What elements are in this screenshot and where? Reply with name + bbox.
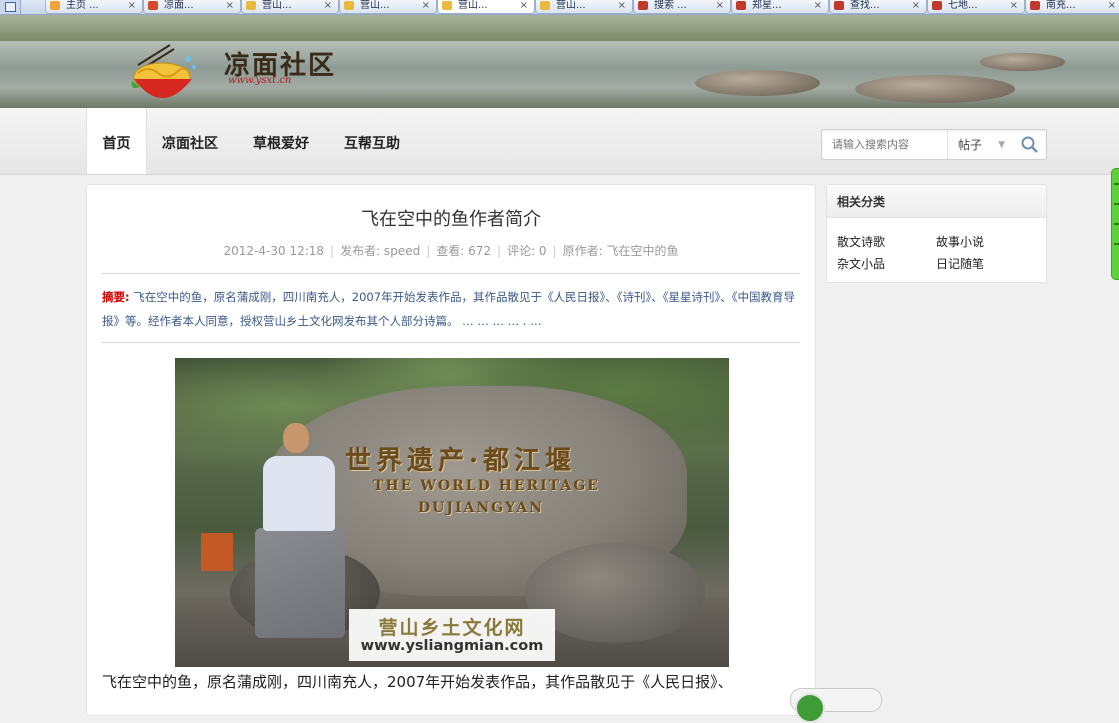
tab-favicon-icon [50, 1, 60, 10]
browser-tab[interactable]: 主页 ... × [45, 0, 143, 14]
related-categories-title: 相关分类 [827, 185, 1046, 218]
nav-item-mutual-help[interactable]: 互帮互助 [331, 108, 413, 174]
photo-person-head [283, 423, 309, 453]
photo-person-legs [255, 528, 345, 638]
tab-label: 郑星... [752, 0, 782, 11]
article-date: 2012-4-30 12:18 [223, 244, 325, 258]
browser-tab[interactable]: 七地... × [927, 0, 1025, 14]
close-icon[interactable]: × [226, 0, 234, 11]
article-body: 飞在空中的鱼，原名蒲成刚，四川南充人，2007年开始发表作品，其作品散见于《人民… [102, 673, 733, 691]
close-icon[interactable]: × [422, 0, 430, 11]
banner-riverbank [0, 15, 1119, 41]
tab-favicon-icon [638, 1, 648, 10]
tab-label: 营山... [458, 0, 488, 11]
browser-tab[interactable]: 南充... × [1025, 0, 1119, 14]
close-icon[interactable]: × [618, 0, 626, 11]
photo-person-shirt [263, 456, 335, 531]
close-icon[interactable]: × [716, 0, 724, 11]
browser-menu-button[interactable] [0, 0, 21, 14]
search-type-label: 帖子 [958, 138, 983, 152]
nav-item-home[interactable]: 首页 [86, 108, 147, 174]
article-summary: 摘要: 飞在空中的鱼，原名蒲成刚，四川南充人，2007年开始发表作品，其作品散见… [102, 285, 800, 333]
category-link-prose-poetry[interactable]: 散文诗歌 [837, 233, 885, 250]
photo-trash-bin [201, 533, 233, 571]
tab-label: 凉面... [164, 0, 194, 11]
article-author[interactable]: 发布者: speed [340, 244, 420, 258]
tab-favicon-icon [834, 1, 844, 10]
divider [102, 342, 800, 343]
search-icon[interactable] [1020, 135, 1040, 155]
article-photo[interactable]: 世界遗产·都江堰 THE WORLD HERITAGE DUJIANGYAN 营… [175, 358, 729, 667]
browser-tab[interactable]: 凉面... × [143, 0, 241, 14]
tab-label: 搜索 ... [654, 0, 687, 11]
summary-label: 摘要: [102, 290, 130, 304]
tab-favicon-icon [246, 1, 256, 10]
floating-widget[interactable] [790, 688, 882, 723]
stone-inscription-en-line2: DUJIANGYAN [418, 500, 544, 516]
article-meta: 2012-4-30 12:18 | 发布者: speed | 查看: 672 | 评论: 0… [223, 244, 679, 258]
close-icon[interactable]: × [814, 0, 822, 11]
banner-rock [695, 70, 820, 96]
tab-label: 主页 ... [66, 0, 99, 11]
article-title: 飞在空中的鱼作者简介 [361, 209, 541, 230]
tab-favicon-icon [736, 1, 746, 10]
browser-tab[interactable]: 营山... × [535, 0, 633, 14]
article-views: 查看: 672 [436, 244, 492, 258]
browser-tab[interactable]: 查找... × [829, 0, 927, 14]
close-icon[interactable]: × [520, 0, 528, 11]
tab-label: 南充... [1046, 0, 1076, 11]
close-icon[interactable]: × [1010, 0, 1018, 11]
article-original-author: 原作者: 飞在空中的鱼 [562, 244, 679, 258]
tab-favicon-icon [148, 1, 158, 10]
banner-rock [980, 53, 1065, 71]
close-icon[interactable]: × [1108, 0, 1116, 11]
nav-item-grassroots-hobbies[interactable]: 草根爱好 [240, 108, 322, 174]
stone-inscription-en-line1: THE WORLD HERITAGE [373, 478, 600, 494]
browser-tab[interactable]: 营山... × [339, 0, 437, 14]
article-comments[interactable]: 评论: 0 [507, 244, 547, 258]
tab-favicon-icon [442, 1, 452, 10]
watermark-site-name: 营山乡土文化网 [378, 617, 526, 639]
tab-label: 查找... [850, 0, 880, 11]
browser-tab[interactable]: 郑星... × [731, 0, 829, 14]
nav-item-liangmian-community[interactable]: 凉面社区 [149, 108, 231, 174]
tab-label: 营山... [556, 0, 586, 11]
site-url: www.ysxt.cn [228, 75, 292, 86]
summary-text: 飞在空中的鱼，原名蒲成刚，四川南充人，2007年开始发表作品，其作品散见于《人民… [102, 290, 796, 328]
search-type-select[interactable]: 帖子 ▼ [947, 130, 1013, 159]
close-icon[interactable]: × [912, 0, 920, 11]
tab-label: 营山... [262, 0, 292, 11]
noodle-bowl-logo-icon[interactable] [128, 43, 198, 105]
tab-favicon-icon [540, 1, 550, 10]
search-input[interactable] [822, 130, 944, 159]
category-link-essays[interactable]: 杂文小品 [837, 255, 885, 272]
tab-favicon-icon [1030, 1, 1040, 10]
photo-watermark: 营山乡土文化网 www.ysliangmian.com [349, 609, 555, 661]
close-icon[interactable]: × [324, 0, 332, 11]
banner-rock [855, 75, 1015, 103]
close-icon[interactable]: × [128, 0, 136, 11]
stone-inscription-cn: 世界遗产·都江堰 [345, 446, 577, 476]
browser-tab[interactable]: 搜索 ... × [633, 0, 731, 14]
related-categories-panel: 相关分类 散文诗歌 故事小说 杂文小品 日记随笔 [826, 184, 1047, 283]
main-nav: 首页 凉面社区 草根爱好 互帮互助 帖子 ▼ [0, 108, 1119, 175]
tab-favicon-icon [344, 1, 354, 10]
category-link-diary[interactable]: 日记随笔 [936, 255, 984, 272]
widget-icon [795, 693, 825, 723]
chevron-down-icon: ▼ [998, 140, 1005, 150]
site-banner: 凉面社区 www.ysxt.cn [0, 15, 1119, 108]
tab-label: 七地... [948, 0, 978, 11]
side-toolbar-tab[interactable] [1111, 168, 1119, 280]
tab-favicon-icon [932, 1, 942, 10]
watermark-url: www.ysliangmian.com [360, 638, 544, 654]
browser-tab[interactable]: 营山... × [241, 0, 339, 14]
tab-label: 营山... [360, 0, 390, 11]
category-link-stories[interactable]: 故事小说 [936, 233, 984, 250]
divider [102, 273, 800, 274]
article-panel: 飞在空中的鱼作者简介 2012-4-30 12:18 | 发布者: speed | 查看… [86, 184, 816, 716]
window-icon [5, 2, 16, 12]
search-box: 帖子 ▼ [821, 129, 1047, 160]
browser-tab[interactable]: 营山... × [437, 0, 535, 14]
browser-tab-bar: 主页 ... × 凉面... × 营山... × 营山... × 营山... × 营山... × 搜索 … [0, 0, 1119, 15]
